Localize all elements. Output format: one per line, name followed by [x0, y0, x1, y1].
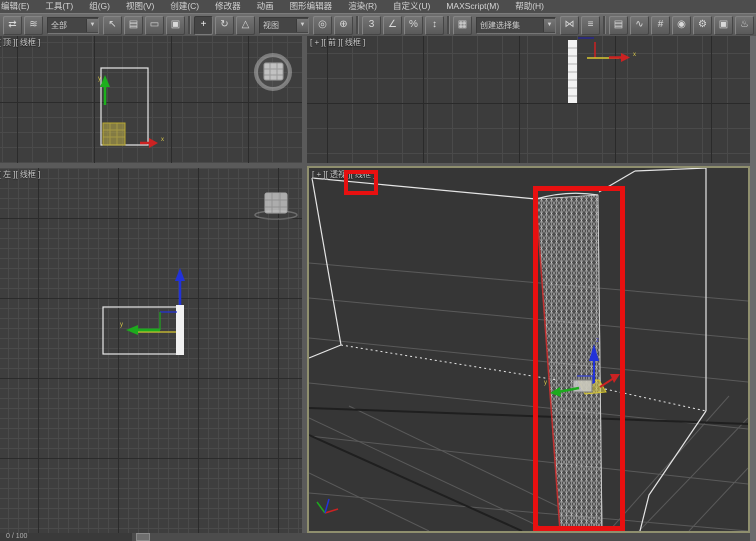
edit-named-selection-sets-icon[interactable]: ▦: [453, 16, 472, 35]
menu-customize[interactable]: 自定义(U): [385, 0, 438, 13]
viewport-splitter-vertical[interactable]: [302, 36, 307, 533]
menu-modifiers[interactable]: 修改器: [207, 0, 249, 13]
use-pivot-point-center-icon[interactable]: ◎: [313, 16, 332, 35]
reference-coordinate-value: 视图: [260, 20, 296, 31]
viewport-top[interactable]: [ + ][ 顶 ][ 线框 ] y x: [0, 36, 302, 163]
named-selection-sets-value: 创建选择集: [477, 20, 543, 31]
toolbar-separator: [188, 16, 191, 34]
toolbar-separator: [356, 16, 359, 34]
spinner-snap-icon[interactable]: ↕: [425, 16, 444, 35]
viewport-perspective[interactable]: [ + ][ 透视 ][ 线框 ]: [307, 166, 750, 533]
viewport-top-scene: y x: [0, 36, 302, 163]
selection-filter-dropdown[interactable]: 全部 ▼: [47, 17, 99, 34]
viewport-front-scene: x: [307, 36, 750, 163]
toolbar-separator: [447, 16, 450, 34]
curve-editor-icon[interactable]: ∿: [630, 16, 649, 35]
axis-label-x: x: [161, 137, 164, 143]
command-panel-edge: [750, 36, 756, 541]
chevron-down-icon[interactable]: ▼: [86, 19, 98, 32]
toolbar-separator: [603, 16, 606, 34]
menu-rendering[interactable]: 渲染(R): [340, 0, 385, 13]
axis-label-x: x: [633, 52, 636, 58]
viewport-splitter-horizontal-right[interactable]: [307, 163, 750, 166]
world-axis-tripod: [317, 499, 338, 513]
select-and-scale-icon[interactable]: △: [236, 16, 255, 35]
main-toolbar: ⇄ ≋ 全部 ▼ ↖ ▤ ▭ ▣ + ↻ △ 视图 ▼ ◎ ⊕ 3 ∠ % ↕ …: [0, 13, 756, 36]
select-object-icon[interactable]: ↖: [103, 16, 122, 35]
viewport-front-label[interactable]: [ + ][ 前 ][ 线框 ]: [310, 37, 365, 48]
layer-manager-icon[interactable]: ▤: [609, 16, 628, 35]
selection-filter-value: 全部: [48, 20, 86, 31]
plane-object[interactable]: [176, 305, 184, 355]
viewcube[interactable]: [255, 193, 297, 219]
percent-snap-icon[interactable]: %: [404, 16, 423, 35]
selected-sub-object[interactable]: [103, 123, 125, 145]
select-and-link-icon[interactable]: ⇄: [3, 16, 22, 35]
axis-gizmo[interactable]: y: [120, 268, 185, 335]
snaps-toggle-icon[interactable]: 3: [362, 16, 381, 35]
select-and-move-icon[interactable]: +: [194, 16, 213, 35]
track-bar[interactable]: 0 / 100: [0, 533, 750, 541]
menu-help[interactable]: 帮助(H): [507, 0, 552, 13]
align-icon[interactable]: ≡: [581, 16, 600, 35]
bind-to-space-warp-icon[interactable]: ≋: [24, 16, 43, 35]
reference-coordinate-dropdown[interactable]: 视图 ▼: [259, 17, 309, 34]
menu-edit[interactable]: 编辑(E): [0, 0, 37, 13]
menu-create[interactable]: 创建(C): [162, 0, 207, 13]
floor-grid: [309, 263, 748, 531]
viewport-top-label[interactable]: [ + ][ 顶 ][ 线框 ]: [0, 37, 40, 48]
axis-label-y: y: [98, 76, 101, 82]
select-and-manipulate-icon[interactable]: ⊕: [334, 16, 353, 35]
menu-tools[interactable]: 工具(T): [37, 0, 81, 13]
angle-snap-icon[interactable]: ∠: [383, 16, 402, 35]
menu-group[interactable]: 组(G): [81, 0, 118, 13]
floor-grid-axes: [309, 408, 748, 531]
annotation-box-label: [344, 170, 378, 195]
viewport-front[interactable]: [ + ][ 前 ][ 线框 ] x: [307, 36, 750, 163]
3dsmax-window: 编辑(E) 工具(T) 组(G) 视图(V) 创建(C) 修改器 动画 图形编辑…: [0, 0, 756, 541]
rendered-frame-window-icon[interactable]: ▣: [714, 16, 733, 35]
time-slider-handle[interactable]: [136, 533, 150, 541]
floor-wall-dotted-edge: [341, 345, 706, 411]
axis-gizmo[interactable]: x: [578, 38, 636, 62]
chevron-down-icon[interactable]: ▼: [543, 19, 555, 32]
render-setup-icon[interactable]: ⚙: [693, 16, 712, 35]
menu-views[interactable]: 视图(V): [118, 0, 162, 13]
menu-graph-editors[interactable]: 图形编辑器: [282, 0, 341, 13]
room-wireframe[interactable]: [309, 168, 706, 531]
viewport-splitter-horizontal-left[interactable]: [0, 163, 302, 168]
schematic-view-icon[interactable]: #: [651, 16, 670, 35]
menu-maxscript[interactable]: MAXScript(M): [438, 0, 507, 13]
viewport-left[interactable]: [ + ][ 左 ][ 线框 ] y: [0, 168, 302, 533]
viewport-left-scene: y: [0, 168, 302, 533]
axis-label-y: y: [120, 322, 123, 328]
named-selection-sets-dropdown[interactable]: 创建选择集 ▼: [476, 17, 556, 34]
chevron-down-icon[interactable]: ▼: [296, 19, 308, 32]
menu-bar: 编辑(E) 工具(T) 组(G) 视图(V) 创建(C) 修改器 动画 图形编辑…: [0, 0, 756, 13]
annotation-box-column: [533, 186, 625, 531]
viewcube[interactable]: [256, 55, 290, 89]
select-by-name-icon[interactable]: ▤: [124, 16, 143, 35]
mirror-icon[interactable]: ⋈: [560, 16, 579, 35]
frame-indicator: 0 / 100: [0, 533, 132, 541]
render-production-icon[interactable]: ♨: [735, 16, 754, 35]
material-editor-icon[interactable]: ◉: [672, 16, 691, 35]
viewport-left-label[interactable]: [ + ][ 左 ][ 线框 ]: [0, 169, 40, 180]
select-and-rotate-icon[interactable]: ↻: [215, 16, 234, 35]
rectangular-selection-region-icon[interactable]: ▭: [145, 16, 164, 35]
window-crossing-icon[interactable]: ▣: [166, 16, 185, 35]
viewport-perspective-scene: z x y: [309, 168, 748, 531]
menu-animation[interactable]: 动画: [249, 0, 282, 13]
